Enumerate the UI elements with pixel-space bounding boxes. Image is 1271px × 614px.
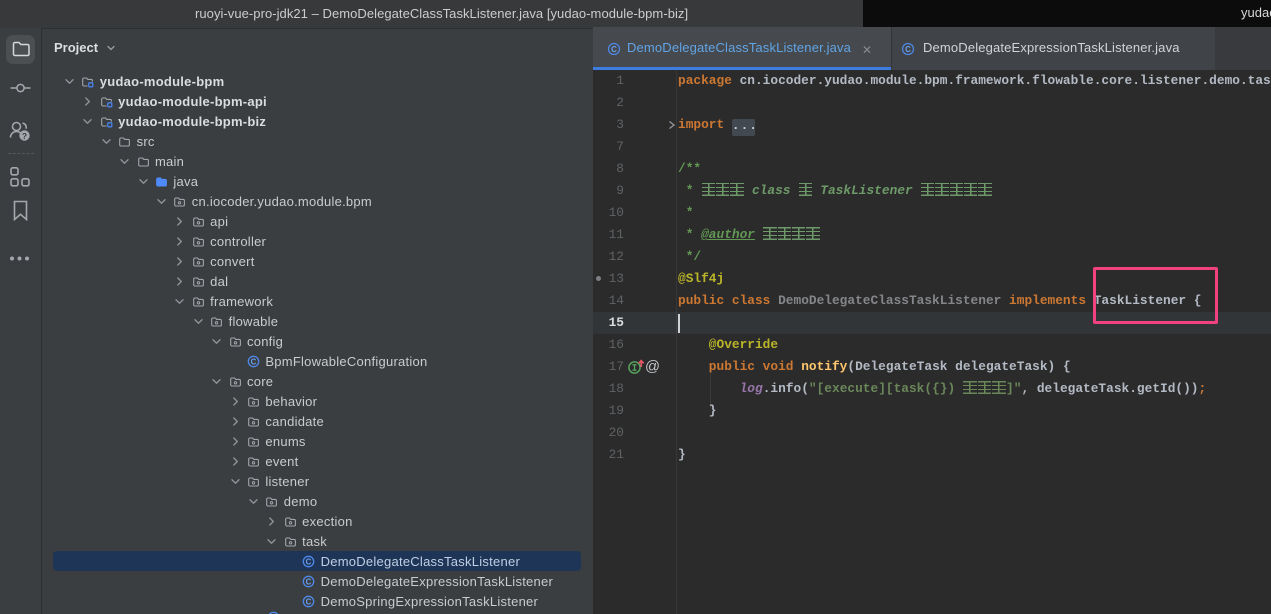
svg-text:C: C (611, 45, 617, 54)
svg-text:C: C (306, 557, 312, 566)
svg-text:?: ? (22, 131, 27, 141)
svg-text:C: C (905, 45, 911, 54)
svg-text:C: C (251, 357, 257, 366)
svg-text:C: C (306, 597, 312, 606)
svg-text:C: C (306, 577, 312, 586)
